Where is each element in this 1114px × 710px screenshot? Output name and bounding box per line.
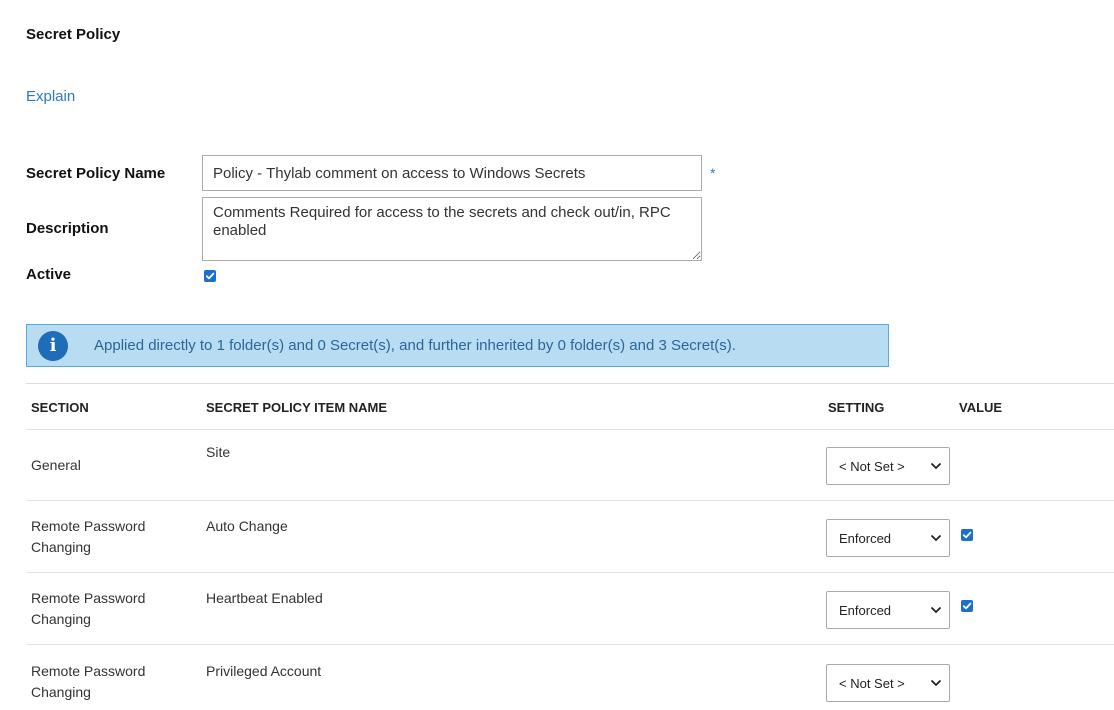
- chevron-down-icon: [930, 679, 942, 687]
- column-header-item-name: SECRET POLICY ITEM NAME: [206, 400, 388, 415]
- info-banner-text: Applied directly to 1 folder(s) and 0 Se…: [94, 337, 736, 354]
- setting-select[interactable]: < Not Set >: [826, 447, 950, 485]
- table-divider: [26, 429, 1114, 430]
- info-banner: i Applied directly to 1 folder(s) and 0 …: [26, 324, 889, 367]
- column-header-section: SECTION: [31, 400, 89, 415]
- row-section: Remote Password Changing: [31, 590, 146, 627]
- table-divider: [26, 644, 1114, 645]
- setting-select-value: Enforced: [839, 530, 892, 546]
- explain-link[interactable]: Explain: [26, 88, 75, 105]
- info-icon: i: [38, 330, 68, 361]
- setting-select[interactable]: Enforced: [826, 519, 950, 557]
- value-checkbox[interactable]: [961, 600, 973, 612]
- secret-policy-name-label: Secret Policy Name: [26, 165, 166, 182]
- column-header-value: VALUE: [959, 400, 1003, 415]
- row-section: Remote Password Changing: [31, 518, 146, 555]
- chevron-down-icon: [930, 462, 942, 470]
- row-item-name: Privileged Account: [206, 663, 322, 679]
- table-divider: [26, 572, 1114, 573]
- table-divider: [26, 500, 1114, 501]
- setting-select[interactable]: Enforced: [826, 591, 950, 629]
- column-header-setting: SETTING: [828, 400, 885, 415]
- chevron-down-icon: [930, 606, 942, 614]
- row-item-name: Site: [206, 444, 231, 460]
- setting-select-value: < Not Set >: [839, 675, 905, 691]
- row-item-name: Auto Change: [206, 518, 288, 534]
- value-checkbox[interactable]: [961, 529, 973, 541]
- required-asterisk: *: [710, 165, 716, 181]
- active-checkbox[interactable]: [204, 270, 216, 282]
- table-top-divider: [26, 383, 1114, 384]
- row-section: Remote Password Changing: [31, 663, 146, 700]
- setting-select[interactable]: < Not Set >: [826, 664, 950, 702]
- secret-policy-name-input[interactable]: [202, 155, 702, 191]
- row-item-name: Heartbeat Enabled: [206, 590, 323, 606]
- checkmark-icon: [962, 602, 972, 610]
- setting-select-value: Enforced: [839, 602, 892, 618]
- page-title: Secret Policy: [26, 26, 121, 43]
- chevron-down-icon: [930, 534, 942, 542]
- setting-select-value: < Not Set >: [839, 458, 905, 474]
- row-section: General: [31, 457, 81, 473]
- description-textarea[interactable]: Comments Required for access to the secr…: [202, 197, 702, 261]
- checkmark-icon: [962, 531, 972, 539]
- description-label: Description: [26, 220, 109, 237]
- active-label: Active: [26, 266, 72, 283]
- checkmark-icon: [205, 272, 215, 280]
